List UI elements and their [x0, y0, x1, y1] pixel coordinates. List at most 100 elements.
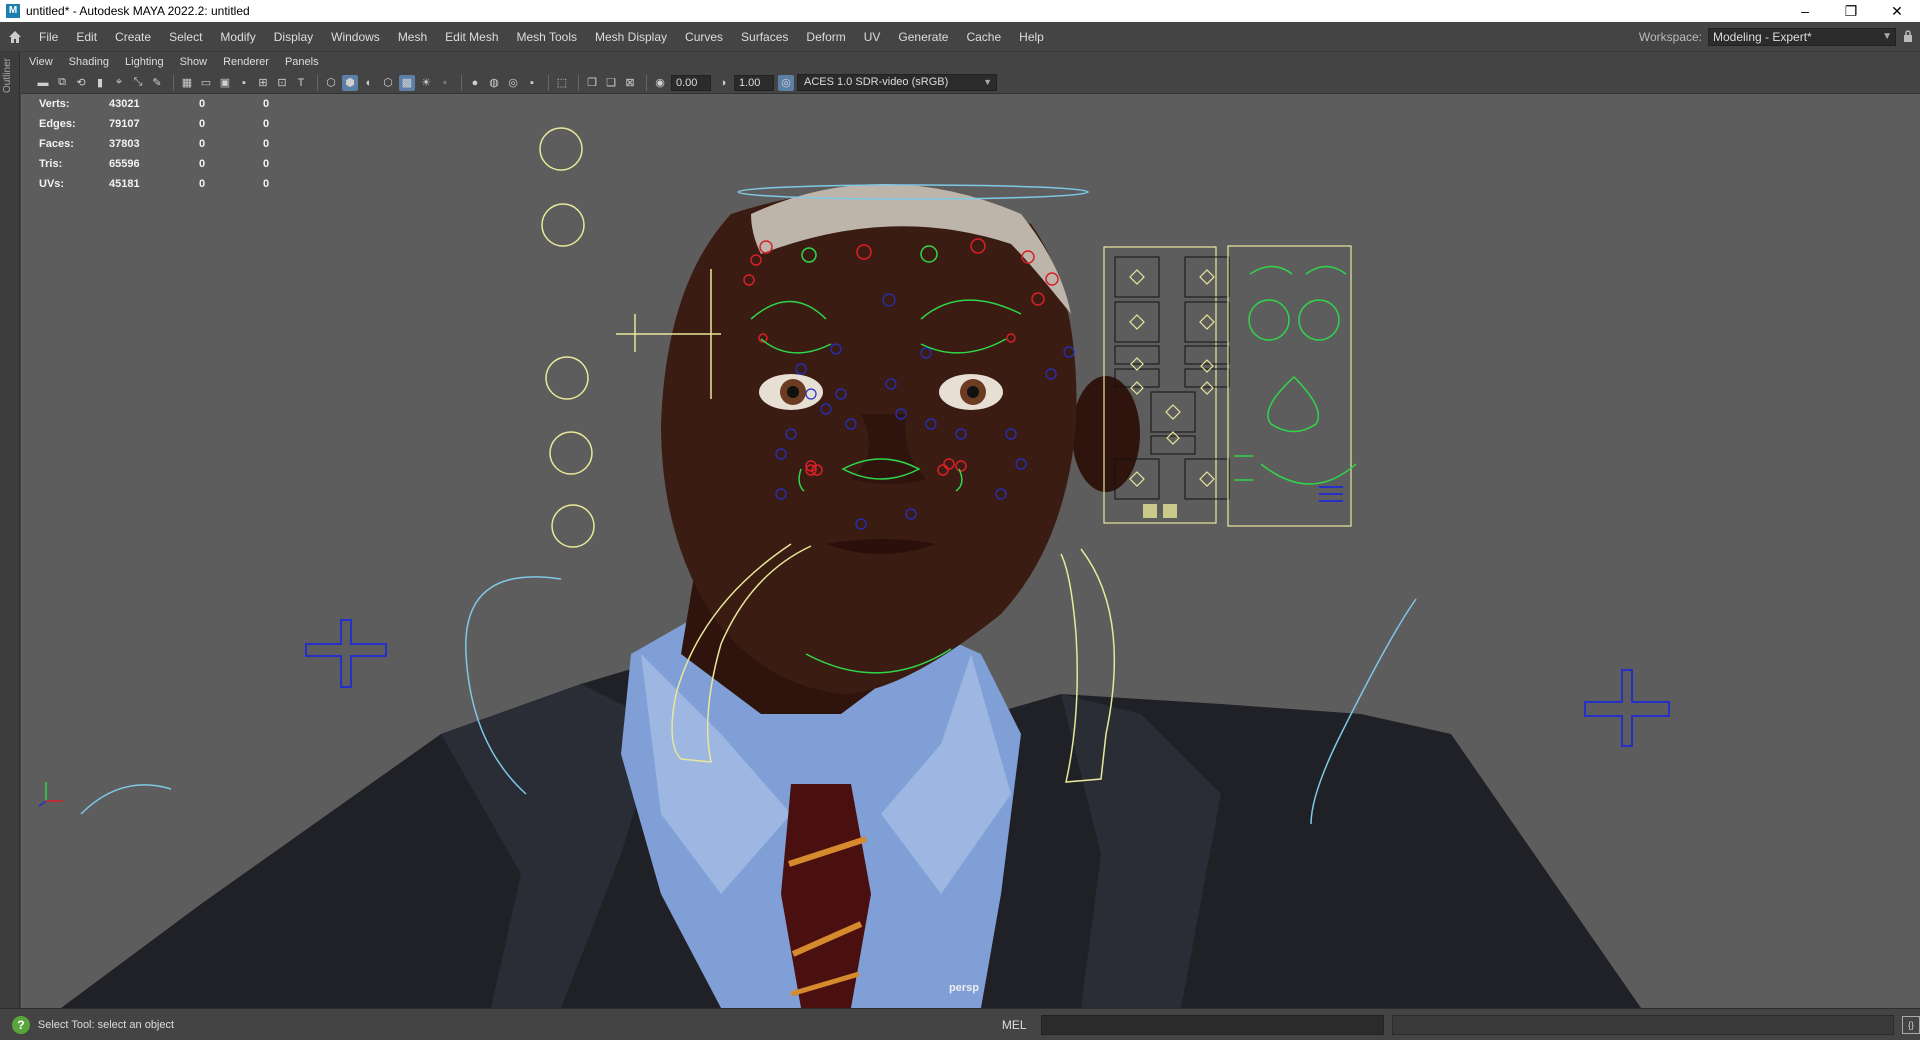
color-management-icon[interactable]: ◎	[778, 74, 794, 91]
hud-label: Tris:	[39, 158, 63, 170]
menu-generate[interactable]: Generate	[889, 22, 957, 52]
hud-value: 0	[199, 158, 206, 170]
script-language-toggle[interactable]: MEL	[1002, 1018, 1027, 1032]
gamma-field[interactable]	[734, 74, 774, 91]
chevron-down-icon: ▼	[983, 77, 992, 87]
select-camera-icon[interactable]: ▬	[35, 75, 51, 91]
hud-value: 0	[199, 178, 206, 190]
isolate-select-icon[interactable]: ⬚	[554, 75, 570, 91]
head	[661, 191, 1077, 694]
film-gate-icon[interactable]: ▭	[198, 75, 214, 91]
workspace-dropdown[interactable]: Modeling - Expert* ▼	[1708, 28, 1896, 46]
toolbar-divider	[317, 74, 318, 91]
menu-uv[interactable]: UV	[855, 22, 890, 52]
menu-cache[interactable]: Cache	[957, 22, 1010, 52]
panel-menu-view[interactable]: View	[21, 56, 61, 68]
view-transform-dropdown[interactable]: ACES 1.0 SDR-video (sRGB) ▼	[797, 74, 997, 91]
toolbar-divider	[173, 74, 174, 91]
pupil-right	[967, 386, 979, 398]
menu-windows[interactable]: Windows	[322, 22, 389, 52]
perspective-viewport[interactable]: Verts: 43021 0 0 Edges: 79107 0 0 Faces: 37803 0…	[21, 94, 1920, 1008]
camera-attributes-icon[interactable]: ⧉	[54, 75, 70, 91]
home-button[interactable]	[0, 22, 30, 52]
wireframe-icon[interactable]: ⬡	[323, 75, 339, 91]
hud-value: 65596	[109, 158, 140, 170]
hud-row: Faces: 37803 0 0	[39, 134, 303, 154]
face-gui-preview	[1234, 265, 1357, 485]
panel-menu-renderer[interactable]: Renderer	[215, 56, 277, 68]
grid-icon[interactable]: ▦	[179, 75, 195, 91]
panel-menu-shading[interactable]: Shading	[61, 56, 117, 68]
menu-edit[interactable]: Edit	[67, 22, 106, 52]
xray-icon[interactable]: ❐	[584, 75, 600, 91]
hud-value: 0	[263, 118, 270, 130]
close-button[interactable]: ✕	[1874, 0, 1920, 22]
2d-pan-zoom-icon[interactable]: ⤡	[130, 75, 146, 91]
hud-value: 0	[199, 138, 206, 150]
menu-mesh-display[interactable]: Mesh Display	[586, 22, 676, 52]
shadows-icon[interactable]: ◦	[437, 75, 453, 91]
hud-row: Edges: 79107 0 0	[39, 114, 303, 134]
smooth-shade-icon[interactable]: ⬢	[342, 74, 358, 91]
depth-of-field-icon[interactable]: ▪	[524, 75, 540, 91]
image-plane-icon[interactable]: ⌖	[111, 75, 127, 91]
command-line-input[interactable]	[1040, 1014, 1385, 1035]
safe-title-icon[interactable]: T	[293, 75, 309, 91]
axis-gizmo	[38, 782, 63, 807]
chevron-down-icon: ▼	[1882, 31, 1892, 42]
outliner-tab-strip[interactable]: Outliner	[0, 52, 20, 1008]
help-icon[interactable]: ?	[12, 1015, 30, 1034]
field-chart-icon[interactable]: ⊞	[255, 75, 271, 91]
screen-space-ao-icon[interactable]: ●	[467, 75, 483, 91]
gate-mask-icon[interactable]: ▪	[236, 75, 252, 91]
rig-control-circle	[541, 203, 585, 247]
gamma-icon[interactable]: ◑	[715, 75, 731, 91]
resolution-gate-icon[interactable]: ▣	[217, 75, 233, 91]
workspace-label: Workspace:	[1638, 30, 1702, 44]
textured-icon[interactable]: ▩	[399, 74, 415, 91]
menu-curves[interactable]: Curves	[676, 22, 732, 52]
bookmarks-icon[interactable]: ⟲	[73, 75, 89, 91]
safe-action-icon[interactable]: ⊡	[274, 75, 290, 91]
xray-joints-icon[interactable]: ❏	[603, 75, 619, 91]
minimize-button[interactable]: –	[1782, 0, 1828, 22]
menu-help[interactable]: Help	[1010, 22, 1053, 52]
menu-surfaces[interactable]: Surfaces	[732, 22, 797, 52]
menu-create[interactable]: Create	[106, 22, 160, 52]
face-gui-button	[1163, 504, 1177, 518]
hud-row: Verts: 43021 0 0	[39, 94, 303, 114]
menu-deform[interactable]: Deform	[797, 22, 854, 52]
camera-name-label: persp	[949, 982, 979, 994]
panel-menu-lighting[interactable]: Lighting	[117, 56, 172, 68]
menu-file[interactable]: File	[30, 22, 67, 52]
anti-aliasing-icon[interactable]: ◎	[505, 75, 521, 91]
outliner-tab-label[interactable]: Outliner	[2, 58, 13, 93]
xray-components-icon[interactable]: ⊠	[622, 75, 638, 91]
panel-menu-panels[interactable]: Panels	[277, 56, 327, 68]
motion-blur-icon[interactable]: ◍	[486, 75, 502, 91]
use-all-lights-icon[interactable]: ☀	[418, 75, 434, 91]
scene-render[interactable]	[21, 94, 1920, 1008]
restore-button[interactable]: ❐	[1828, 0, 1874, 22]
wireframe-on-shaded-icon[interactable]: ⬡	[380, 75, 396, 91]
exposure-icon[interactable]: ◉	[652, 75, 668, 91]
viewport-toolbar: ▬ ⧉ ⟲ ▮ ⌖ ⤡ ✎ ▦ ▭ ▣ ▪ ⊞ ⊡ T ⬡ ⬢ ◐ ⬡ ▩ ☀ …	[21, 72, 1920, 94]
script-editor-icon[interactable]: {}	[1902, 1015, 1920, 1034]
grease-pencil-icon[interactable]: ✎	[149, 75, 165, 91]
exposure-field[interactable]	[671, 74, 711, 91]
face-gui-button	[1143, 504, 1157, 518]
workspace-value: Modeling - Expert*	[1713, 30, 1812, 44]
home-icon	[9, 30, 21, 43]
menu-mesh-tools[interactable]: Mesh Tools	[508, 22, 586, 52]
floor-arc	[80, 784, 172, 815]
lock-icon[interactable]	[1896, 29, 1920, 45]
menu-modify[interactable]: Modify	[211, 22, 264, 52]
main-menu-bar: File Edit Create Select Modify Display W…	[0, 22, 1920, 52]
bookmark-icon[interactable]: ▮	[92, 75, 108, 91]
menu-select[interactable]: Select	[160, 22, 211, 52]
menu-mesh[interactable]: Mesh	[389, 22, 436, 52]
menu-edit-mesh[interactable]: Edit Mesh	[436, 22, 507, 52]
default-material-icon[interactable]: ◐	[361, 75, 377, 91]
menu-display[interactable]: Display	[265, 22, 322, 52]
panel-menu-show[interactable]: Show	[172, 56, 216, 68]
